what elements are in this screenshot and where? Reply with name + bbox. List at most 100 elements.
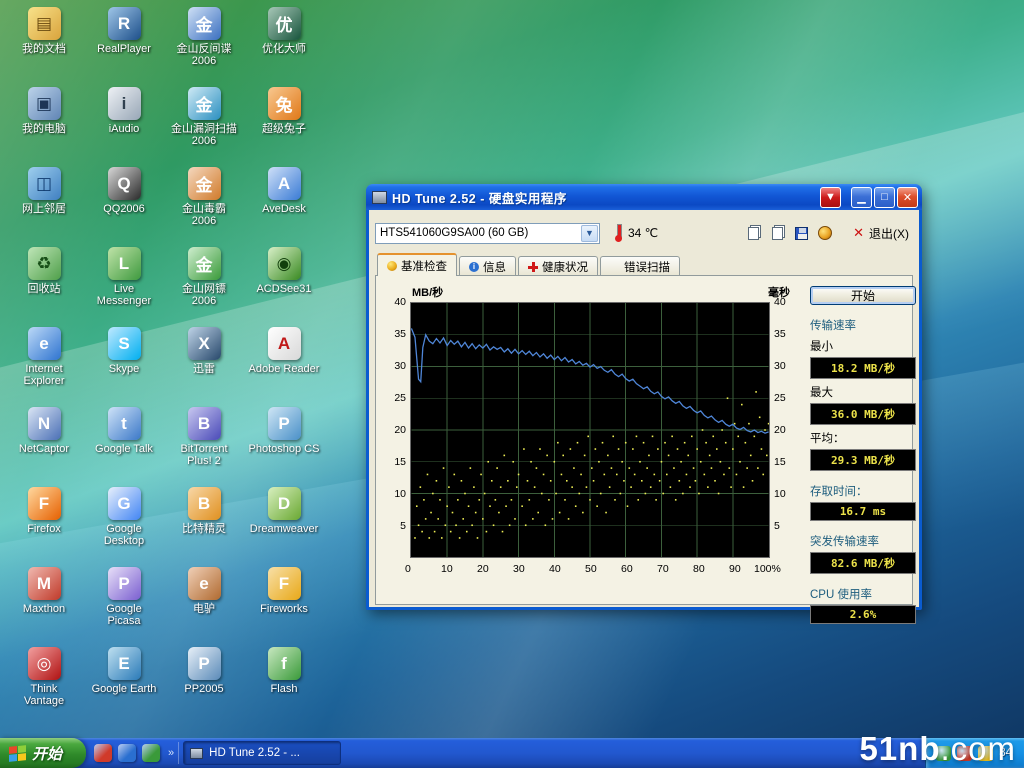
results-column: 开始 传输速率 最小 18.2 MB/秒 最大 36.0 MB/秒 平均： 29… <box>802 280 918 600</box>
desktop-icon-bitspirit[interactable]: B比特精灵 <box>164 484 244 564</box>
photoshop-cs-icon: P <box>268 407 301 440</box>
desktop-icon-kingsoft-scan[interactable]: 金金山漏洞扫描 2006 <box>164 84 244 164</box>
options-icon <box>818 226 832 240</box>
desktop-icon-adobe-reader[interactable]: AAdobe Reader <box>244 324 324 404</box>
desktop-icon-bittorrent-plus[interactable]: BBitTorrent Plus! 2 <box>164 404 244 484</box>
avg-label: 平均： <box>810 430 916 446</box>
quicklaunch-icon-2[interactable] <box>118 744 136 762</box>
maximize-button[interactable]: □ <box>874 187 895 208</box>
desktop-icon-live-messenger[interactable]: LLive Messenger <box>84 244 164 324</box>
x-tick: 60 <box>621 563 633 575</box>
options-button[interactable] <box>813 222 837 244</box>
download-arrow-button[interactable]: ▼ <box>820 187 841 208</box>
burst-rate-label: 突发传输速率 <box>810 533 916 549</box>
desktop-icon-dreamweaver[interactable]: DDreamweaver <box>244 484 324 564</box>
qq2006-icon: Q <box>108 167 141 200</box>
avg-transfer-value: 29.3 MB/秒 <box>810 449 916 471</box>
desktop-icon-my-documents[interactable]: ▤我的文档 <box>4 4 84 84</box>
desktop-icon-emule[interactable]: e电驴 <box>164 564 244 644</box>
google-picasa-icon: P <box>108 567 141 600</box>
desktop-icon-my-computer[interactable]: ▣我的电脑 <box>4 84 84 164</box>
tray-icon-2[interactable] <box>957 746 972 761</box>
desktop-icon-recycle-bin[interactable]: ♻回收站 <box>4 244 84 324</box>
desktop-icon-youhua-dashi[interactable]: 优优化大师 <box>244 4 324 84</box>
transfer-rate-section-label: 传输速率 <box>810 317 916 333</box>
desktop-icon-pp2005[interactable]: PPP2005 <box>164 644 244 724</box>
super-rabbit-icon: 兔 <box>268 87 301 120</box>
cpu-usage-label: CPU 使用率 <box>810 586 916 602</box>
y-tick-left: 20 <box>380 424 406 436</box>
desktop-icon-label: 迅雷 <box>193 363 215 375</box>
desktop-icon-thunder-xunlei[interactable]: X迅雷 <box>164 324 244 404</box>
tab-info[interactable]: 信息 <box>459 256 516 276</box>
desktop-icon-qq2006[interactable]: QQQ2006 <box>84 164 164 244</box>
start-button[interactable]: 开始 <box>0 738 86 768</box>
y-tick-right: 5 <box>774 520 804 532</box>
y-tick-left: 40 <box>380 296 406 308</box>
save-button[interactable] <box>789 222 813 244</box>
tab-label: 基准检查 <box>401 258 447 274</box>
desktop-icon-realplayer[interactable]: RRealPlayer <box>84 4 164 84</box>
iaudio-icon: i <box>108 87 141 120</box>
task-button-label: HD Tune 2.52 - ... <box>209 747 300 759</box>
desktop-icon-google-earth[interactable]: EGoogle Earth <box>84 644 164 724</box>
desktop-icon-kingsoft-firewall[interactable]: 金金山网镖 2006 <box>164 244 244 324</box>
drive-select-value: HTS541060G9SA00 (60 GB) <box>376 227 581 239</box>
desktop-icon-label: 比特精灵 <box>182 523 226 535</box>
tray-icon-1[interactable] <box>936 746 951 761</box>
copy-text-button[interactable] <box>741 222 765 244</box>
x-tick: 30 <box>513 563 525 575</box>
tray-icon-3[interactable] <box>978 746 993 761</box>
drive-select[interactable]: HTS541060G9SA00 (60 GB) ▼ <box>375 223 600 244</box>
x-tick: 0 <box>405 563 411 575</box>
desktop-icon-avedesk[interactable]: AAveDesk <box>244 164 324 244</box>
desktop-icon-kingsoft-duba[interactable]: 金金山毒霸 2006 <box>164 164 244 244</box>
desktop-icon-iaudio[interactable]: iiAudio <box>84 84 164 164</box>
close-button[interactable]: ✕ <box>897 187 918 208</box>
desktop-icon-acdsee[interactable]: ◉ACDSee31 <box>244 244 324 324</box>
tab-benchmark[interactable]: 基准检查 <box>377 253 457 276</box>
desktop-icon-flash[interactable]: fFlash <box>244 644 324 724</box>
desktop-icon-netcaptor[interactable]: NNetCaptor <box>4 404 84 484</box>
copy-screenshot-button[interactable] <box>765 222 789 244</box>
desktop-icon-fireworks[interactable]: FFireworks <box>244 564 324 644</box>
desktop-icon-super-rabbit[interactable]: 兔超级兔子 <box>244 84 324 164</box>
min-transfer-value: 18.2 MB/秒 <box>810 357 916 379</box>
quick-launch-overflow-icon[interactable]: » <box>168 747 174 759</box>
recycle-bin-icon: ♻ <box>28 247 61 280</box>
y-axis-left-label: MB/秒 <box>412 284 443 300</box>
start-benchmark-button[interactable]: 开始 <box>810 286 916 305</box>
x-tick: 20 <box>477 563 489 575</box>
tab-health[interactable]: 健康状况 <box>518 256 598 276</box>
desktop-icon-label: Dreamweaver <box>250 523 318 535</box>
quicklaunch-icon-1[interactable] <box>94 744 112 762</box>
desktop-icon-internet-explorer[interactable]: eInternet Explorer <box>4 324 84 404</box>
x-tick: 90 <box>729 563 741 575</box>
chevron-down-icon[interactable]: ▼ <box>581 225 598 242</box>
desktop-icon-google-desktop[interactable]: GGoogle Desktop <box>84 484 164 564</box>
desktop-icon-label: 优化大师 <box>262 43 306 55</box>
desktop-icon-firefox[interactable]: FFirefox <box>4 484 84 564</box>
desktop-icon-google-picasa[interactable]: PGoogle Picasa <box>84 564 164 644</box>
network-places-icon: ◫ <box>28 167 61 200</box>
desktop-icons: ▤我的文档▣我的电脑◫网上邻居♻回收站eInternet ExplorerNNe… <box>4 4 324 724</box>
benchmark-icon <box>387 261 397 271</box>
desktop-icon-network-places[interactable]: ◫网上邻居 <box>4 164 84 244</box>
minimize-button[interactable]: ▁ <box>851 187 872 208</box>
system-tray: 34 <box>925 738 1024 768</box>
desktop-icon-think-vantage[interactable]: ◎Think Vantage <box>4 644 84 724</box>
desktop-icon-photoshop-cs[interactable]: P Photoshop CS <box>244 404 324 484</box>
error-scan-icon <box>610 262 620 272</box>
exit-button[interactable]: ✕ 退出(X) <box>853 225 909 242</box>
quick-launch <box>86 744 168 762</box>
tab-label: 信息 <box>483 259 506 275</box>
quicklaunch-icon-3[interactable] <box>142 744 160 762</box>
desktop-icon-kingsoft-antispy[interactable]: 金金山反间谍 2006 <box>164 4 244 84</box>
desktop-icon-label: Photoshop CS <box>249 443 320 455</box>
tab-error-scan[interactable]: 错误扫描 <box>600 256 680 276</box>
desktop-icon-maxthon[interactable]: MMaxthon <box>4 564 84 644</box>
window-titlebar[interactable]: HD Tune 2.52 - 硬盘实用程序 ▼ ▁ □ ✕ <box>366 184 922 210</box>
task-button-hdtune[interactable]: HD Tune 2.52 - ... <box>183 741 341 765</box>
desktop-icon-skype[interactable]: SSkype <box>84 324 164 404</box>
desktop-icon-google-talk[interactable]: tGoogle Talk <box>84 404 164 484</box>
